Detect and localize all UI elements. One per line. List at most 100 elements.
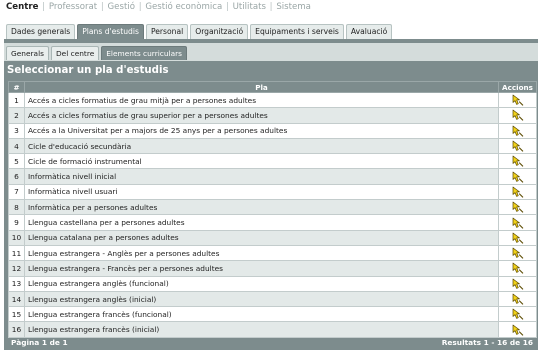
row-number: 5 [8,153,25,170]
select-action[interactable] [498,107,537,124]
row-number: 15 [8,306,25,323]
row-pla-name: Accés a cicles formatius de grau mitjà p… [24,91,499,109]
row-pla-name: Informàtica nivell usuari [24,183,499,201]
select-action[interactable] [498,199,537,216]
tab-plans-estudis[interactable]: Plans d'estudis [77,24,144,39]
select-action[interactable] [498,229,537,246]
top-navigation: Centre | Professorat | Gestió | Gestió e… [6,2,311,16]
pointer-select-icon [512,247,523,259]
pointer-select-icon [512,308,523,321]
select-action[interactable] [498,260,537,277]
row-pla-name: Accés a cicles formatius de grau superio… [24,107,499,124]
row-pla-name: Informàtica nivell inicial [24,168,499,185]
row-number: 2 [8,107,25,124]
row-number: 14 [8,290,25,308]
tab-dades-generals[interactable]: Dades generals [6,24,76,39]
pointer-select-icon [512,110,523,122]
select-action[interactable] [498,183,537,201]
tab-avaluacio[interactable]: Avaluació [345,24,393,39]
nav-sistema[interactable]: Sistema [276,2,311,12]
row-number: 11 [8,244,25,262]
row-pla-name: Cicle d'educació secundària [24,137,499,155]
table-row: 4 Cicle d'educació secundària [8,137,537,155]
pointer-select-icon [512,217,523,229]
table-row: 5 Cicle de formació instrumental [8,153,537,170]
row-pla-name: Llengua catalana per a persones adultes [24,229,499,246]
pointer-select-icon [512,201,523,214]
table-header-row: # Pla Accions [8,81,537,93]
select-action[interactable] [498,321,537,338]
table-body: 1 Accés a cicles formatius de grau mitjà… [8,91,537,338]
row-number: 7 [8,183,25,201]
pointer-select-icon [512,186,523,198]
nav-gestio[interactable]: Gestió [108,2,135,12]
select-plan-panel: Seleccionar un pla d'estudis # Pla Accio… [4,61,538,350]
tab-personal[interactable]: Personal [145,24,189,39]
table-row: 15 Llengua estrangera francès (funcional… [8,306,537,323]
table-row: 16 Llengua estrangera francès (inicial) [8,321,537,338]
pointer-select-icon [512,293,523,305]
table-row: 10 Llengua catalana per a persones adult… [8,229,537,246]
select-action[interactable] [498,122,537,139]
select-action[interactable] [498,306,537,323]
row-number: 8 [8,199,25,216]
row-pla-name: Llengua estrangera francès (inicial) [24,321,499,338]
table-row: 1 Accés a cicles formatius de grau mitjà… [8,91,537,109]
panel-title: Seleccionar un pla d'estudis [7,65,169,76]
select-action[interactable] [498,244,537,262]
select-action[interactable] [498,290,537,308]
nav-separator: | [138,2,142,12]
select-action[interactable] [498,91,537,109]
pointer-select-icon [512,140,523,152]
table-row: 12 Llengua estrangera - Francès per a pe… [8,260,537,277]
select-action[interactable] [498,214,537,231]
row-pla-name: Llengua estrangera - Anglès per a person… [24,244,499,262]
row-pla-name: Cicle de formació instrumental [24,153,499,170]
row-number: 6 [8,168,25,185]
nav-centre[interactable]: Centre [6,2,38,12]
nav-separator: | [269,2,273,12]
subtab-generals[interactable]: Generals [6,46,49,60]
row-pla-name: Llengua estrangera francès (funcional) [24,306,499,323]
select-action[interactable] [498,168,537,185]
row-number: 16 [8,321,25,338]
pointer-select-icon [512,263,523,275]
row-pla-name: Llengua estrangera anglès (funcional) [24,275,499,292]
table-row: 14 Llengua estrangera anglès (inicial) [8,290,537,308]
table-row: 11 Llengua estrangera - Anglès per a per… [8,244,537,262]
table-row: 7 Informàtica nivell usuari [8,183,537,201]
table-row: 13 Llengua estrangera anglès (funcional) [8,275,537,292]
table-row: 3 Accés a la Universitat per a majors de… [8,122,537,139]
pointer-select-icon [512,278,523,290]
column-header-pla[interactable]: Pla [24,81,499,93]
subtab-del-centre[interactable]: Del centre [50,46,100,60]
select-action[interactable] [498,275,537,292]
pointer-select-icon [512,94,523,106]
tab-organitzacio[interactable]: Organització [190,24,249,39]
results-count: Resultats 1 - 16 de 16 [441,338,533,347]
row-pla-name: Llengua castellana per a persones adulte… [24,214,499,231]
nav-professorat[interactable]: Professorat [49,2,97,12]
row-number: 12 [8,260,25,277]
row-pla-name: Llengua estrangera anglès (inicial) [24,290,499,308]
plans-table: # Pla Accions 1 Accés a cicles formatius… [8,81,537,338]
pointer-select-icon [512,232,523,244]
row-number: 9 [8,214,25,231]
row-number: 10 [8,229,25,246]
primary-tabs: Dades generals Plans d'estudis Personal … [6,24,393,39]
nav-gestio-economica[interactable]: Gestió econòmica [145,2,222,12]
row-pla-name: Informàtica per a persones adultes [24,199,499,216]
nav-utilitats[interactable]: Utilitats [233,2,266,12]
pointer-select-icon [512,155,523,168]
row-pla-name: Llengua estrangera - Francès per a perso… [24,260,499,277]
table-row: 6 Informàtica nivell inicial [8,168,537,185]
nav-separator: | [42,2,46,12]
subtab-elements-curriculars[interactable]: Elements curriculars [101,46,188,60]
select-action[interactable] [498,137,537,155]
tab-equipaments-serveis[interactable]: Equipaments i serveis [250,24,344,39]
table-row: 2 Accés a cicles formatius de grau super… [8,107,537,124]
pointer-select-icon [512,125,523,137]
select-action[interactable] [498,153,537,170]
row-number: 3 [8,122,25,139]
table-row: 9 Llengua castellana per a persones adul… [8,214,537,231]
